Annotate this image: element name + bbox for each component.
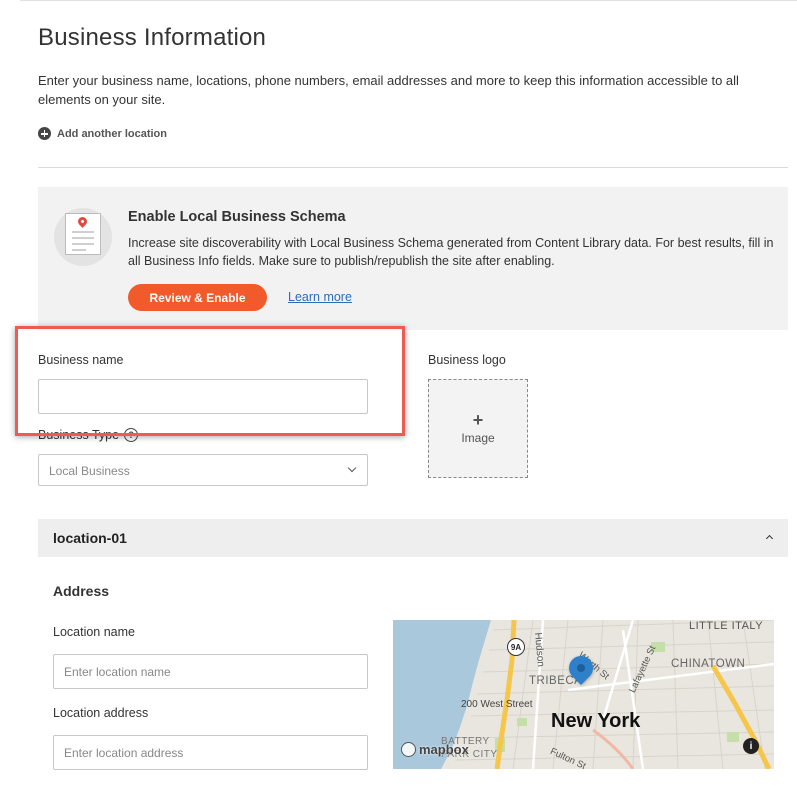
business-type-select[interactable]: Local Business [38, 454, 368, 486]
section-divider [38, 167, 788, 168]
learn-more-link[interactable]: Learn more [288, 290, 352, 304]
schema-title: Enable Local Business Schema [128, 209, 346, 225]
mapbox-logo[interactable]: mapbox [401, 742, 469, 757]
local-schema-card: Enable Local Business Schema Increase si… [38, 187, 788, 330]
schema-description: Increase site discoverability with Local… [128, 236, 774, 268]
business-logo-label: Business logo [428, 353, 506, 367]
location-map[interactable]: 9A Hudson LITTLE ITALY Worth St Lafayett… [393, 620, 774, 769]
location-name-input[interactable] [53, 654, 368, 689]
page-title: Business Information [38, 24, 267, 51]
page-description: Enter your business name, locations, pho… [38, 73, 739, 107]
little-italy-label: LITTLE ITALY [689, 620, 764, 632]
location-name-label: Location name [53, 625, 136, 639]
business-type-label-row: Business Type ? [38, 428, 139, 442]
chevron-down-icon [347, 463, 357, 473]
business-name-label: Business name [38, 353, 124, 367]
add-location-label: Add another location [57, 127, 167, 140]
address-heading: Address [53, 583, 110, 599]
plus-circle-icon [38, 127, 51, 140]
location-title: location-01 [53, 530, 127, 546]
map-info-icon[interactable]: i [743, 738, 759, 754]
city-label: New York [551, 710, 641, 732]
top-divider [20, 0, 797, 1]
business-name-input[interactable] [38, 379, 368, 414]
location-address-label: Location address [53, 706, 149, 720]
mapbox-wordmark: mapbox [419, 742, 469, 757]
chevron-up-icon [765, 534, 774, 543]
add-location-button[interactable]: Add another location [38, 127, 167, 140]
mapbox-icon [401, 742, 416, 757]
business-type-value: Local Business [49, 464, 130, 478]
review-enable-button[interactable]: Review & Enable [128, 284, 267, 311]
location-accordion-header[interactable]: location-01 [38, 519, 788, 557]
plus-icon: + [472, 410, 484, 430]
logo-image-label: Image [461, 431, 495, 445]
business-type-label: Business Type [38, 428, 120, 442]
document-location-icon [54, 208, 112, 266]
business-logo-upload[interactable]: + Image [428, 379, 528, 478]
location-address-input[interactable] [53, 735, 368, 770]
west-street-label: 200 West Street [461, 699, 533, 710]
help-icon[interactable]: ? [124, 428, 139, 442]
chinatown-label: CHINATOWN [671, 658, 746, 670]
route-shield: 9A [507, 638, 525, 656]
